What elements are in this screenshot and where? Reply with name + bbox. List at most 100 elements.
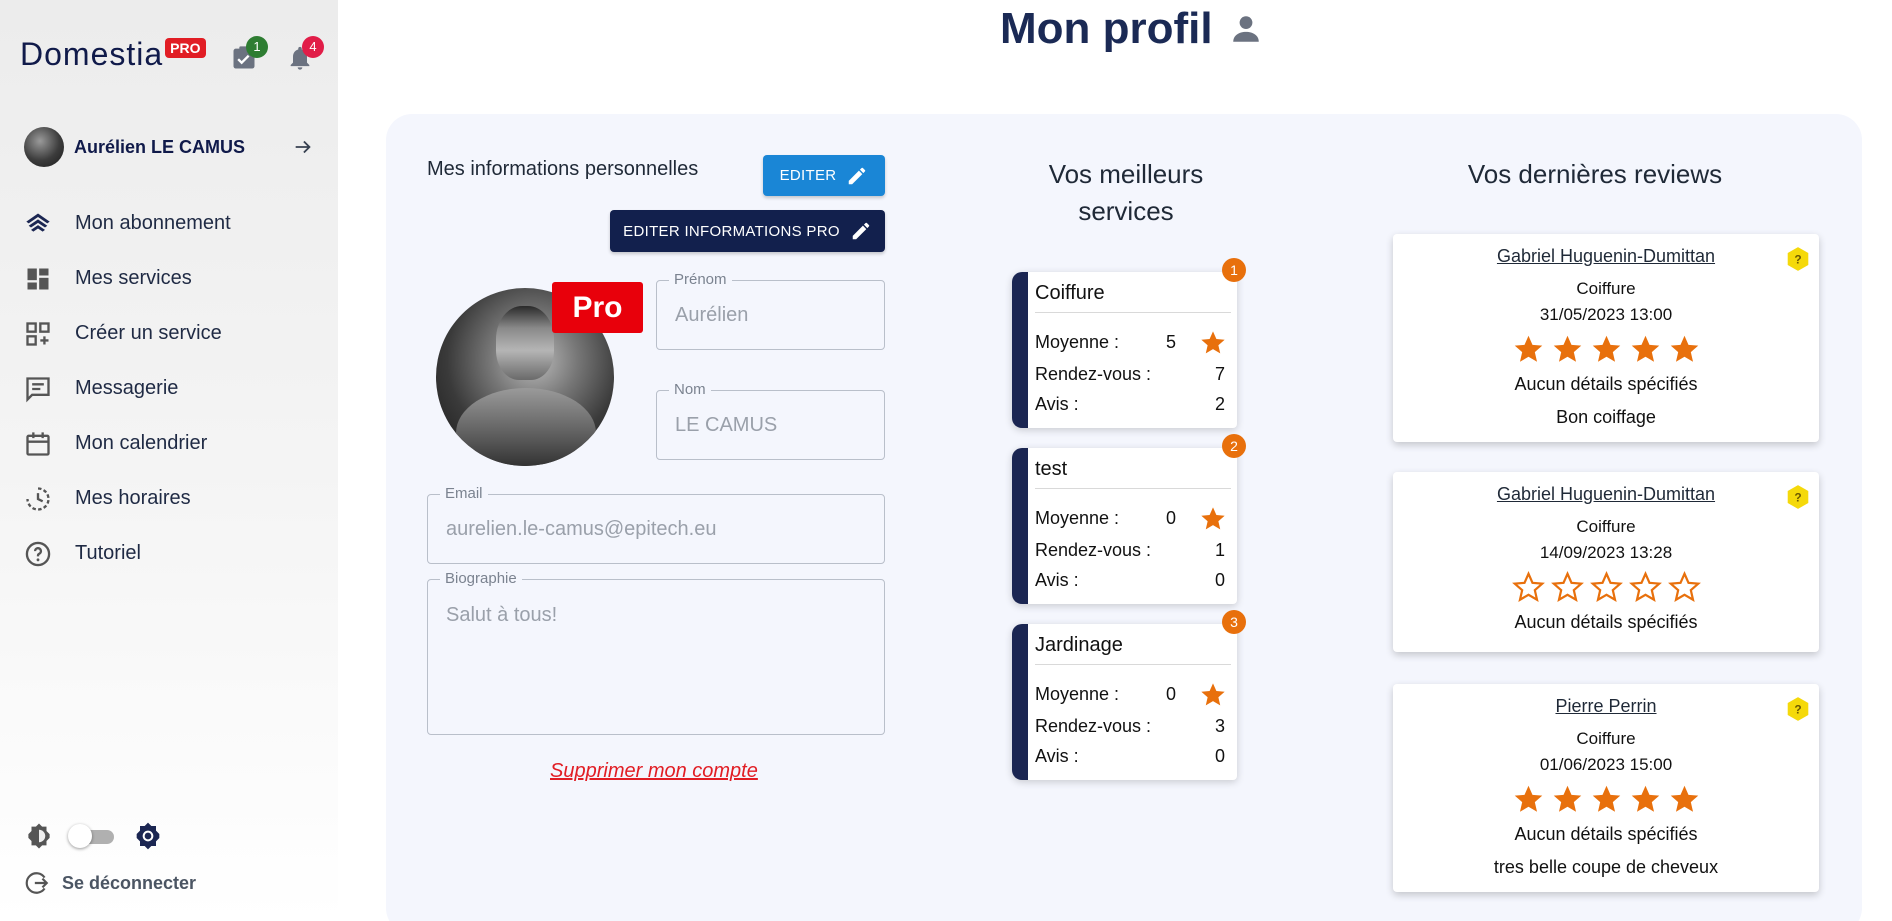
service-appointments-value: 1 bbox=[1214, 540, 1225, 560]
star-filled-icon bbox=[1201, 683, 1225, 706]
star-outline-icon bbox=[1667, 571, 1701, 602]
review-rating-stars bbox=[1393, 783, 1819, 816]
sidebar-item-create-service[interactable]: Créer un service bbox=[24, 306, 324, 361]
avatar bbox=[24, 127, 64, 167]
page-title-text: Mon profil bbox=[1000, 4, 1213, 53]
star-filled-icon bbox=[1670, 335, 1698, 362]
service-average-value: 0 bbox=[1166, 508, 1177, 528]
service-reviews-value: 0 bbox=[1214, 746, 1225, 766]
review-author-link[interactable]: Pierre Perrin bbox=[1393, 696, 1819, 717]
logout-button[interactable]: Se déconnecter bbox=[24, 870, 196, 896]
calendar-icon bbox=[26, 431, 50, 456]
svg-text:?: ? bbox=[1794, 252, 1801, 266]
add-service-icon bbox=[26, 321, 50, 346]
service-reviews-row: Avis : 0 bbox=[1035, 570, 1225, 591]
star-outline-icon bbox=[1550, 571, 1584, 602]
service-name: Jardinage bbox=[1035, 634, 1123, 656]
service-divider bbox=[1035, 488, 1231, 489]
tasks-button[interactable]: 1 bbox=[230, 36, 268, 72]
star-outline-icon bbox=[1589, 571, 1623, 602]
sidebar-item-label: Mon abonnement bbox=[75, 212, 231, 234]
help-hexagon-icon[interactable]: ? bbox=[1785, 246, 1811, 272]
user-name: Aurélien LE CAMUS bbox=[74, 136, 246, 157]
person-icon bbox=[1232, 16, 1259, 42]
sidebar-item-tutorial[interactable]: Tutoriel bbox=[24, 526, 324, 581]
service-reviews-label: Avis : bbox=[1035, 394, 1079, 414]
service-appointments-value: 7 bbox=[1214, 364, 1225, 384]
sidebar-item-label: Messagerie bbox=[75, 377, 179, 399]
svg-text:?: ? bbox=[1794, 490, 1801, 504]
sidebar-item-calendar[interactable]: Mon calendrier bbox=[24, 416, 324, 471]
sidebar-item-messages[interactable]: Messagerie bbox=[24, 361, 324, 416]
notifications-count-badge: 4 bbox=[302, 36, 324, 58]
star-outline-icon bbox=[1628, 571, 1662, 602]
service-card[interactable]: Jardinage Moyenne : 0 Rendez-vous : 3 Avis : 0 bbox=[1012, 624, 1237, 780]
help-hexagon-icon[interactable]: ? bbox=[1785, 696, 1811, 722]
edit-pro-button[interactable]: EDITER INFORMATIONS PRO bbox=[610, 210, 885, 252]
delete-account-link[interactable]: Supprimer mon compte bbox=[550, 760, 758, 783]
service-rank-badge: 1 bbox=[1222, 258, 1246, 282]
service-reviews-value: 2 bbox=[1214, 394, 1225, 414]
brand-logo[interactable]: Domestia PRO bbox=[20, 36, 206, 73]
sidebar-item-label: Créer un service bbox=[75, 322, 222, 344]
sidebar-item-subscription[interactable]: Mon abonnement bbox=[24, 196, 324, 251]
service-average-label: Moyenne : bbox=[1035, 508, 1120, 528]
help-icon bbox=[25, 541, 51, 566]
service-reviews-label: Avis : bbox=[1035, 746, 1079, 766]
review-details: Aucun détails spécifiés bbox=[1514, 374, 1698, 394]
sidebar-item-label: Tutoriel bbox=[75, 542, 141, 564]
service-name: Coiffure bbox=[1035, 282, 1105, 304]
service-card[interactable]: test Moyenne : 0 Rendez-vous : 1 Avis : 0 bbox=[1012, 448, 1237, 604]
review-card: ? Gabriel Huguenin-Dumittan Coiffure 14/09/… bbox=[1393, 472, 1819, 652]
arrow-right-icon bbox=[295, 140, 311, 154]
sidebar-item-services[interactable]: Mes services bbox=[24, 251, 324, 306]
review-service: Coiffure bbox=[1576, 517, 1636, 536]
service-appointments-value: 3 bbox=[1214, 716, 1225, 736]
schedule-icon bbox=[26, 486, 50, 511]
review-author-link[interactable]: Gabriel Huguenin-Dumittan bbox=[1393, 246, 1819, 267]
biography-value: Salut à tous! bbox=[446, 604, 558, 626]
service-average-label: Moyenne : bbox=[1035, 332, 1120, 352]
service-appointments-row: Rendez-vous : 7 bbox=[1035, 364, 1225, 385]
notifications-button[interactable]: 4 bbox=[286, 36, 324, 72]
review-date: 31/05/2023 13:00 bbox=[1539, 305, 1673, 324]
biography-field[interactable]: Biographie Salut à tous! bbox=[427, 570, 885, 735]
service-card[interactable]: Coiffure Moyenne : 5 Rendez-vous : 7 Avis : 2 bbox=[1012, 272, 1237, 428]
help-hexagon-icon[interactable]: ? bbox=[1785, 484, 1811, 510]
sidebar-item-label: Mes services bbox=[75, 267, 192, 289]
logout-label: Se déconnecter bbox=[62, 872, 197, 893]
brightness-icon bbox=[28, 823, 50, 849]
best-services-title: Vos meilleurs services bbox=[1048, 159, 1204, 226]
message-icon bbox=[26, 376, 50, 402]
service-appointments-row: Rendez-vous : 1 bbox=[1035, 540, 1225, 561]
user-profile-link[interactable]: Aurélien LE CAMUS bbox=[24, 126, 314, 168]
theme-switcher bbox=[24, 820, 164, 852]
latest-reviews-title: Vos dernières reviews bbox=[1467, 159, 1723, 189]
star-filled-icon bbox=[1592, 785, 1620, 812]
review-author-link[interactable]: Gabriel Huguenin-Dumittan bbox=[1393, 484, 1819, 505]
service-average-row: Moyenne : 0 bbox=[1035, 683, 1225, 706]
email-field[interactable]: Email aurelien.le-camus@epitech.eu bbox=[427, 485, 885, 564]
email-value: aurelien.le-camus@epitech.eu bbox=[446, 518, 717, 540]
edit-button[interactable]: EDITER bbox=[763, 155, 885, 196]
profile-picture-head bbox=[496, 306, 554, 380]
first-name-field[interactable]: Prénom Aurélien bbox=[656, 271, 885, 350]
brand-pro-badge: PRO bbox=[165, 38, 206, 58]
logout-icon bbox=[25, 872, 49, 894]
service-divider bbox=[1035, 664, 1231, 665]
star-filled-icon bbox=[1514, 785, 1542, 812]
service-average-value: 5 bbox=[1166, 332, 1177, 352]
pro-tag: Pro bbox=[552, 282, 643, 333]
brand-name: Domestia bbox=[20, 36, 164, 72]
theme-toggle[interactable] bbox=[68, 824, 118, 848]
star-filled-icon bbox=[1553, 335, 1581, 362]
biography-label: Biographie bbox=[440, 570, 522, 587]
service-appointments-label: Rendez-vous : bbox=[1035, 716, 1152, 736]
service-appointments-row: Rendez-vous : 3 bbox=[1035, 716, 1225, 737]
sidebar-item-schedule[interactable]: Mes horaires bbox=[24, 471, 324, 526]
svg-text:?: ? bbox=[1794, 702, 1801, 716]
edit-pro-button-label: EDITER INFORMATIONS PRO bbox=[623, 222, 840, 240]
tasks-count-badge: 1 bbox=[246, 36, 268, 58]
review-date: 14/09/2023 13:28 bbox=[1539, 543, 1673, 562]
last-name-field[interactable]: Nom LE CAMUS bbox=[656, 381, 885, 460]
